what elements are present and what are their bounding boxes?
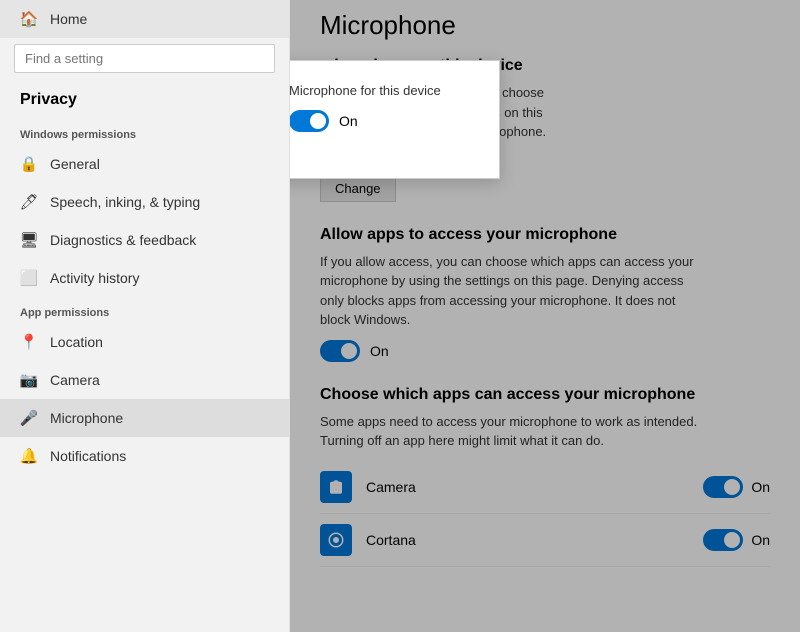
popup-title: Microphone for this device — [290, 83, 471, 98]
sidebar-search-container — [14, 44, 275, 73]
popup-toggle-row: On — [290, 110, 471, 132]
sidebar-item-home[interactable]: 🏠 Home — [0, 0, 289, 38]
home-icon: 🏠 — [20, 10, 38, 28]
sidebar: 🏠 Home Privacy Windows permissions 🔒 Gen… — [0, 0, 290, 632]
windows-permissions-label: Windows permissions — [0, 119, 289, 145]
popup-toggle[interactable] — [290, 110, 329, 132]
lock-icon: 🔒 — [20, 155, 38, 173]
sidebar-diagnostics-label: Diagnostics & feedback — [50, 232, 196, 248]
sidebar-item-notifications[interactable]: 🔔 Notifications — [0, 437, 289, 475]
search-input[interactable] — [14, 44, 275, 73]
sidebar-item-speech[interactable]: 🖊 Speech, inking, & typing — [0, 183, 289, 221]
sidebar-item-location[interactable]: 📍 Location — [0, 323, 289, 361]
popup-toggle-label: On — [339, 113, 358, 129]
speech-icon: 🖊 — [20, 193, 38, 211]
main-content: Microphone microphone on this device usi… — [290, 0, 800, 632]
sidebar-home-label: Home — [50, 11, 87, 27]
popup-overlay[interactable]: Microphone for this device On — [290, 0, 800, 632]
sidebar-item-diagnostics[interactable]: 🖥 Diagnostics & feedback — [0, 221, 289, 259]
privacy-section-title: Privacy — [0, 83, 289, 119]
microphone-icon: 🎤 — [20, 409, 38, 427]
location-icon: 📍 — [20, 333, 38, 351]
activity-icon: ⬜ — [20, 269, 38, 287]
notifications-icon: 🔔 — [20, 447, 38, 465]
diagnostics-icon: 🖥 — [20, 231, 38, 249]
camera-icon: 📷 — [20, 371, 38, 389]
app-permissions-label: App permissions — [0, 297, 289, 323]
sidebar-activity-label: Activity history — [50, 270, 139, 286]
popup-dialog: Microphone for this device On — [290, 60, 500, 179]
sidebar-speech-label: Speech, inking, & typing — [50, 194, 200, 210]
sidebar-item-activity[interactable]: ⬜ Activity history — [0, 259, 289, 297]
sidebar-general-label: General — [50, 156, 100, 172]
sidebar-microphone-label: Microphone — [50, 410, 123, 426]
sidebar-location-label: Location — [50, 334, 103, 350]
sidebar-item-general[interactable]: 🔒 General — [0, 145, 289, 183]
sidebar-camera-label: Camera — [50, 372, 100, 388]
sidebar-item-microphone[interactable]: 🎤 Microphone — [0, 399, 289, 437]
sidebar-item-camera[interactable]: 📷 Camera — [0, 361, 289, 399]
sidebar-notifications-label: Notifications — [50, 448, 126, 464]
